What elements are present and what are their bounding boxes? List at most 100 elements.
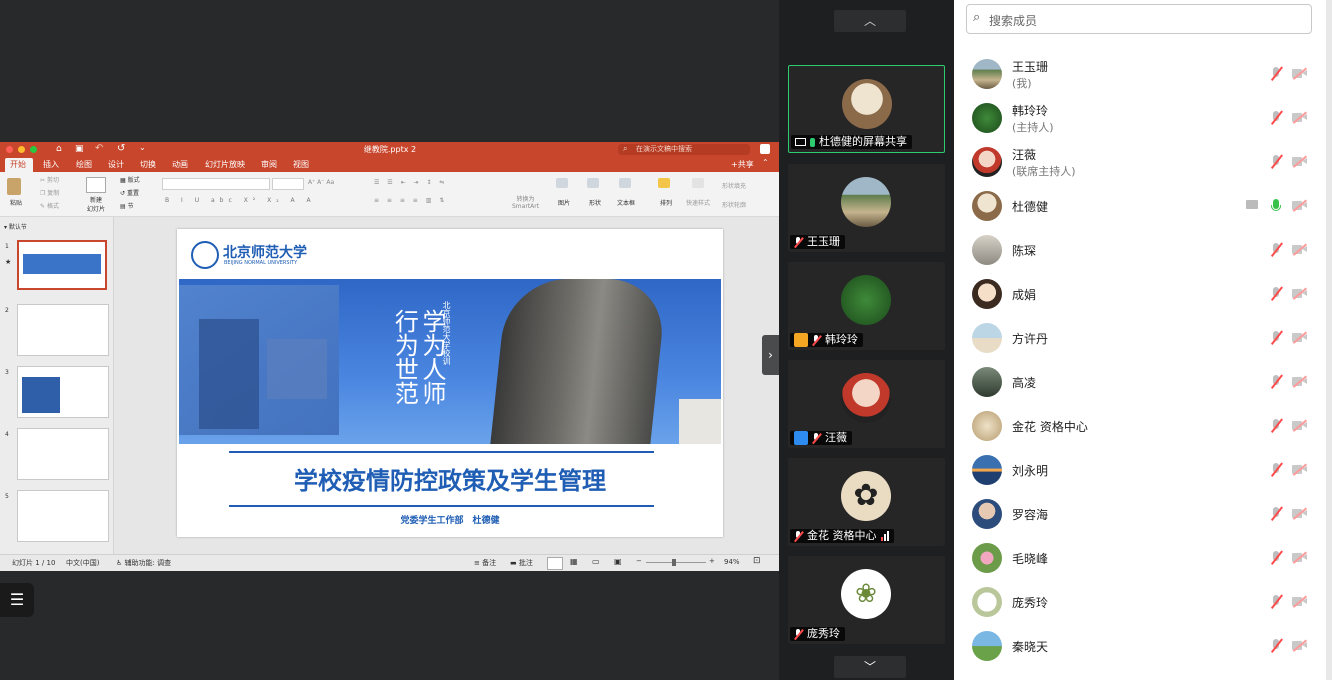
mic-muted-icon[interactable] bbox=[1270, 594, 1283, 609]
mic-muted-icon[interactable] bbox=[1270, 550, 1283, 565]
tab-transitions[interactable]: 切换 bbox=[140, 159, 156, 170]
participant-row[interactable]: 成娟 bbox=[954, 272, 1324, 316]
paste-icon[interactable] bbox=[7, 178, 21, 195]
slide-thumbnail-1[interactable] bbox=[17, 240, 107, 290]
participant-row[interactable]: 高凌 bbox=[954, 360, 1324, 404]
reading-view-icon[interactable]: ▭ bbox=[592, 557, 600, 566]
mic-muted-icon[interactable] bbox=[1270, 462, 1283, 477]
shape-icon[interactable] bbox=[587, 178, 599, 188]
camera-off-icon[interactable] bbox=[1292, 287, 1308, 300]
mic-muted-icon[interactable] bbox=[1270, 110, 1283, 125]
participant-row[interactable]: 韩玲玲 (主持人) bbox=[954, 96, 1324, 140]
camera-off-icon[interactable] bbox=[1292, 331, 1308, 344]
list-menu-icon[interactable]: ☰ bbox=[0, 583, 34, 617]
fit-slide-icon[interactable]: ⊡ bbox=[753, 556, 761, 566]
arrange-icon[interactable] bbox=[658, 178, 670, 188]
slide-thumbnail-2[interactable] bbox=[17, 304, 109, 356]
mic-active-icon[interactable] bbox=[1270, 199, 1282, 213]
mic-muted-icon[interactable] bbox=[1270, 154, 1283, 169]
scroll-up-button[interactable]: ︿ bbox=[834, 10, 906, 32]
textbox-icon[interactable] bbox=[619, 178, 631, 188]
share-button[interactable]: +共享 bbox=[731, 159, 754, 170]
participants-scrollbar[interactable] bbox=[1326, 0, 1332, 680]
mic-muted-icon[interactable] bbox=[1270, 418, 1283, 433]
copy-button[interactable]: ❐ 复制 bbox=[40, 188, 59, 197]
video-tile[interactable]: 杜德健的屏幕共享 bbox=[788, 65, 945, 153]
tab-insert[interactable]: 插入 bbox=[43, 159, 59, 170]
tab-review[interactable]: 审阅 bbox=[261, 159, 277, 170]
mic-muted-icon[interactable] bbox=[1270, 374, 1283, 389]
collapse-ribbon-icon[interactable]: ⌃ bbox=[762, 158, 769, 167]
camera-off-icon[interactable] bbox=[1292, 551, 1308, 564]
video-tile[interactable]: ✿ 金花 资格中心 bbox=[788, 458, 945, 546]
mic-muted-icon[interactable] bbox=[1270, 242, 1283, 257]
camera-off-icon[interactable] bbox=[1292, 199, 1308, 212]
slide-thumbnail-5[interactable] bbox=[17, 490, 109, 542]
zoom-slider[interactable] bbox=[646, 562, 706, 563]
notes-button[interactable]: ≡ 备注 bbox=[474, 558, 496, 568]
font-size-select[interactable] bbox=[272, 178, 304, 190]
participant-row[interactable]: 罗容海 bbox=[954, 492, 1324, 536]
shape-outline-button[interactable]: 形状轮廓 bbox=[722, 200, 746, 209]
save-icon[interactable]: ▣ bbox=[75, 144, 84, 154]
scroll-down-button[interactable]: ﹀ bbox=[834, 656, 906, 678]
tab-view[interactable]: 视图 bbox=[293, 159, 309, 170]
undo-icon[interactable]: ↶ bbox=[95, 143, 103, 154]
accessibility-status[interactable]: ♿ 辅助功能: 调查 bbox=[116, 558, 171, 568]
comments-button[interactable]: ▬ 批注 bbox=[510, 558, 533, 568]
camera-off-icon[interactable] bbox=[1292, 155, 1308, 168]
participant-row[interactable]: 庞秀玲 bbox=[954, 580, 1324, 624]
slide-thumbnail-3[interactable] bbox=[17, 366, 109, 418]
zoom-slider-thumb[interactable] bbox=[672, 559, 676, 566]
mic-muted-icon[interactable] bbox=[1270, 330, 1283, 345]
camera-off-icon[interactable] bbox=[1292, 595, 1308, 608]
participant-row[interactable]: 金花 资格中心 bbox=[954, 404, 1324, 448]
shape-fill-button[interactable]: 形状填充 bbox=[722, 181, 746, 190]
zoom-in-button[interactable]: + bbox=[709, 557, 715, 565]
zoom-out-button[interactable]: − bbox=[636, 557, 642, 565]
layout-button[interactable]: ▦ 版式 bbox=[120, 175, 140, 184]
participant-row[interactable]: 汪薇 (联席主持人) bbox=[954, 140, 1324, 184]
font-size-controls[interactable]: A⁺ A⁻ Aa bbox=[308, 179, 334, 186]
new-slide-icon[interactable] bbox=[86, 177, 106, 193]
tab-slideshow[interactable]: 幻灯片放映 bbox=[205, 159, 245, 170]
collapse-panel-handle[interactable]: › bbox=[762, 335, 779, 375]
participant-row[interactable]: 刘永明 bbox=[954, 448, 1324, 492]
video-tile[interactable]: 韩玲玲 bbox=[788, 262, 945, 350]
tab-draw[interactable]: 绘图 bbox=[76, 159, 92, 170]
camera-off-icon[interactable] bbox=[1292, 375, 1308, 388]
close-window-button[interactable] bbox=[6, 146, 13, 153]
zoom-level[interactable]: 94% bbox=[724, 558, 740, 566]
maximize-window-button[interactable] bbox=[30, 146, 37, 153]
account-icon[interactable] bbox=[760, 144, 770, 154]
camera-off-icon[interactable] bbox=[1292, 111, 1308, 124]
minimize-window-button[interactable] bbox=[18, 146, 25, 153]
participant-row[interactable]: 王玉珊 (我) bbox=[954, 52, 1324, 96]
camera-off-icon[interactable] bbox=[1292, 243, 1308, 256]
tab-animations[interactable]: 动画 bbox=[172, 159, 188, 170]
mic-muted-icon[interactable] bbox=[1270, 638, 1283, 653]
customize-toolbar-icon[interactable]: ⌄ bbox=[139, 143, 146, 152]
redo-icon[interactable]: ↺ bbox=[117, 143, 125, 154]
video-tile[interactable]: ❀ 庞秀玲 bbox=[788, 556, 945, 644]
section-button[interactable]: ▤ 节 bbox=[120, 201, 134, 210]
member-search-input[interactable]: ⌕ 搜索成员 bbox=[966, 4, 1312, 34]
align-buttons[interactable]: ≡ ≡ ≡ ≡ ▥ ⇅ bbox=[374, 197, 447, 204]
ppt-search-input[interactable]: 在演示文稿中搜索 bbox=[618, 144, 750, 155]
camera-off-icon[interactable] bbox=[1292, 639, 1308, 652]
slide-thumbnail-4[interactable] bbox=[17, 428, 109, 480]
home-icon[interactable]: ⌂ bbox=[56, 144, 62, 154]
participant-row[interactable]: 毛晓峰 bbox=[954, 536, 1324, 580]
camera-off-icon[interactable] bbox=[1292, 419, 1308, 432]
camera-off-icon[interactable] bbox=[1292, 463, 1308, 476]
camera-off-icon[interactable] bbox=[1292, 67, 1308, 80]
video-tile[interactable]: 王玉珊 bbox=[788, 164, 945, 252]
convert-smartart-button[interactable]: 转换为 SmartArt bbox=[512, 194, 539, 210]
picture-icon[interactable] bbox=[556, 178, 568, 188]
language-status[interactable]: 中文(中国) bbox=[66, 558, 99, 568]
participant-row[interactable]: 杜德健 bbox=[954, 184, 1324, 228]
participant-row[interactable]: 陈琛 bbox=[954, 228, 1324, 272]
normal-view-button[interactable] bbox=[547, 557, 563, 570]
cut-button[interactable]: ✂ 剪切 bbox=[40, 175, 59, 184]
camera-off-icon[interactable] bbox=[1292, 507, 1308, 520]
